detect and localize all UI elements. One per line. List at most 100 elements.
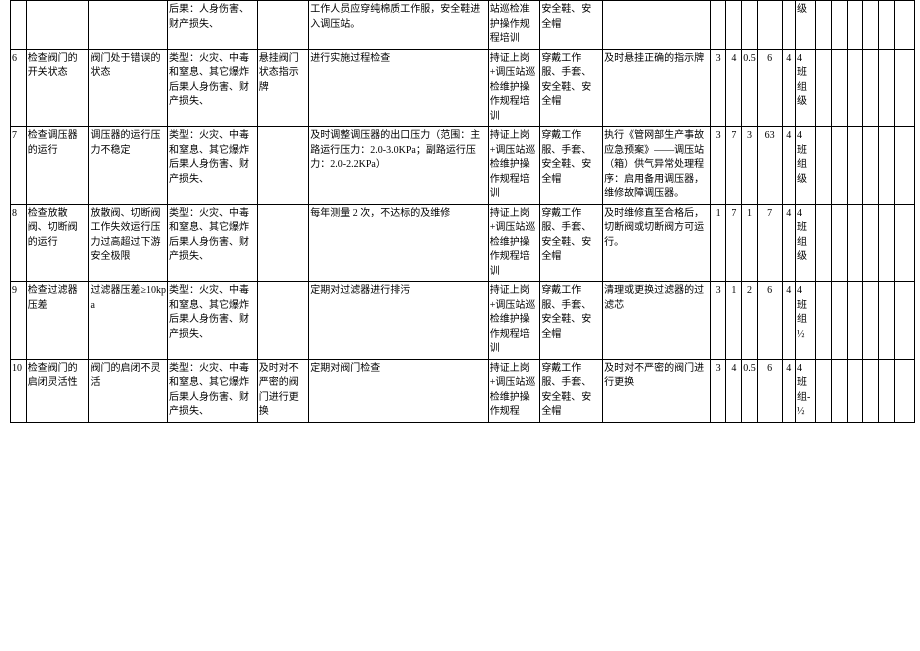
col-extra-6 — [894, 49, 914, 127]
col-index: 7 — [11, 127, 27, 205]
col-num-b — [726, 1, 742, 50]
table-row: 9检查过滤器压差过滤器压差≥10kpa类型：火灾、中毒和窒息、其它爆炸后果人身伤… — [11, 282, 915, 360]
col-num-e: 4 — [782, 282, 795, 360]
col-num-d: 6 — [757, 49, 782, 127]
col-num-a: 3 — [710, 282, 726, 360]
col-num-c: 0.5 — [742, 359, 758, 422]
col-ppe: 穿戴工作服、手套、安全鞋、安全帽 — [540, 359, 603, 422]
table-row: 7检查调压器的运行调压器的运行压力不稳定类型：火灾、中毒和窒息、其它爆炸后果人身… — [11, 127, 915, 205]
col-deviation: 阀门的启闭不灵活 — [89, 359, 168, 422]
col-extra-2 — [831, 127, 847, 205]
col-extra-4 — [863, 282, 879, 360]
col-extra-1 — [816, 359, 832, 422]
col-training: 持证上岗+调压站巡检维护操作规程培训 — [488, 204, 540, 282]
col-num-b: 4 — [726, 359, 742, 422]
col-level: 4 班组-½ — [795, 359, 815, 422]
col-extra-6 — [894, 282, 914, 360]
col-emergency: 清理或更换过滤器的过滤芯 — [603, 282, 711, 360]
col-emergency: 及时悬挂正确的指示牌 — [603, 49, 711, 127]
col-extra-6 — [894, 127, 914, 205]
col-extra-5 — [878, 49, 894, 127]
col-extra-4 — [863, 49, 879, 127]
col-level: 4 班组½ — [795, 282, 815, 360]
col-ppe: 穿戴工作服、手套、安全鞋、安全帽 — [540, 204, 603, 282]
col-extra-4 — [863, 1, 879, 50]
col-activity: 检查阀门的启闭灵活性 — [26, 359, 89, 422]
col-deviation: 放散阀、切断阀工作失效运行压力过高超过下游安全极限 — [89, 204, 168, 282]
col-extra-2 — [831, 49, 847, 127]
col-extra-5 — [878, 282, 894, 360]
col-extra-6 — [894, 1, 914, 50]
col-indicator — [257, 282, 309, 360]
col-type-consequence: 类型：火灾、中毒和窒息、其它爆炸后果人身伤害、财产损失、 — [167, 49, 257, 127]
col-training: 持证上岗+调压站巡检维护操作规程 — [488, 359, 540, 422]
col-training: 站巡检准护操作规程培训 — [488, 1, 540, 50]
col-extra-4 — [863, 204, 879, 282]
col-activity: 检查阀门的开关状态 — [26, 49, 89, 127]
col-indicator: 及时对不严密的阀门进行更换 — [257, 359, 309, 422]
col-extra-3 — [847, 49, 863, 127]
col-emergency: 及时对不严密的阀门进行更换 — [603, 359, 711, 422]
col-num-e: 4 — [782, 49, 795, 127]
col-ppe: 穿戴工作服、手套、安全鞋、安全帽 — [540, 127, 603, 205]
col-training: 持证上岗+调压站巡检维护操作规程培训 — [488, 282, 540, 360]
col-measure: 定期对过滤器进行排污 — [309, 282, 488, 360]
col-measure: 每年测量 2 次，不达标的及维修 — [309, 204, 488, 282]
col-num-a: 3 — [710, 359, 726, 422]
col-num-e: 4 — [782, 359, 795, 422]
col-extra-5 — [878, 1, 894, 50]
col-deviation: 过滤器压差≥10kpa — [89, 282, 168, 360]
col-index — [11, 1, 27, 50]
col-num-a: 3 — [710, 127, 726, 205]
col-num-d: 7 — [757, 204, 782, 282]
col-type-consequence: 后果：人身伤害、财产损失、 — [167, 1, 257, 50]
col-measure: 进行实施过程检查 — [309, 49, 488, 127]
col-num-d: 63 — [757, 127, 782, 205]
col-extra-4 — [863, 127, 879, 205]
col-deviation: 阀门处于错误的状态 — [89, 49, 168, 127]
col-num-d: 6 — [757, 282, 782, 360]
col-num-c — [742, 1, 758, 50]
table-row: 后果：人身伤害、财产损失、 工作人员应穿纯棉质工作服，安全鞋进入调压站。站巡检准护… — [11, 1, 915, 50]
col-activity — [26, 1, 89, 50]
col-extra-5 — [878, 127, 894, 205]
col-indicator — [257, 1, 309, 50]
col-num-a: 1 — [710, 204, 726, 282]
col-activity: 检查放散阀、切断阀的运行 — [26, 204, 89, 282]
col-extra-2 — [831, 359, 847, 422]
col-indicator: 悬挂阀门状态指示牌 — [257, 49, 309, 127]
col-level: 4 班组级 — [795, 49, 815, 127]
col-level: 4 班组级 — [795, 204, 815, 282]
col-extra-1 — [816, 49, 832, 127]
col-activity: 检查过滤器压差 — [26, 282, 89, 360]
col-num-d: 6 — [757, 359, 782, 422]
col-emergency — [603, 1, 711, 50]
col-extra-1 — [816, 204, 832, 282]
col-index: 10 — [11, 359, 27, 422]
col-level: 4 班组级 — [795, 127, 815, 205]
risk-table: 后果：人身伤害、财产损失、 工作人员应穿纯棉质工作服，安全鞋进入调压站。站巡检准护… — [10, 0, 915, 423]
col-training: 持证上岗+调压站巡检维护操作规程培训 — [488, 127, 540, 205]
col-extra-3 — [847, 282, 863, 360]
col-deviation: 调压器的运行压力不稳定 — [89, 127, 168, 205]
col-indicator — [257, 204, 309, 282]
col-extra-4 — [863, 359, 879, 422]
col-num-d — [757, 1, 782, 50]
col-extra-3 — [847, 204, 863, 282]
col-extra-6 — [894, 359, 914, 422]
col-num-e: 4 — [782, 204, 795, 282]
col-ppe: 穿戴工作服、手套、安全鞋、安全帽 — [540, 49, 603, 127]
col-extra-2 — [831, 1, 847, 50]
col-num-c: 2 — [742, 282, 758, 360]
col-num-b: 4 — [726, 49, 742, 127]
col-index: 9 — [11, 282, 27, 360]
col-num-a: 3 — [710, 49, 726, 127]
col-measure: 工作人员应穿纯棉质工作服，安全鞋进入调压站。 — [309, 1, 488, 50]
table-row: 10检查阀门的启闭灵活性阀门的启闭不灵活类型：火灾、中毒和窒息、其它爆炸后果人身… — [11, 359, 915, 422]
col-num-b: 1 — [726, 282, 742, 360]
col-num-b: 7 — [726, 127, 742, 205]
col-emergency: 执行《管网部生产事故应急预案》——调压站（箱）供气异常处理程序：启用备用调压器，… — [603, 127, 711, 205]
col-ppe: 穿戴工作服、手套、安全鞋、安全帽 — [540, 282, 603, 360]
col-extra-5 — [878, 359, 894, 422]
col-type-consequence: 类型：火灾、中毒和窒息、其它爆炸后果人身伤害、财产损失、 — [167, 127, 257, 205]
